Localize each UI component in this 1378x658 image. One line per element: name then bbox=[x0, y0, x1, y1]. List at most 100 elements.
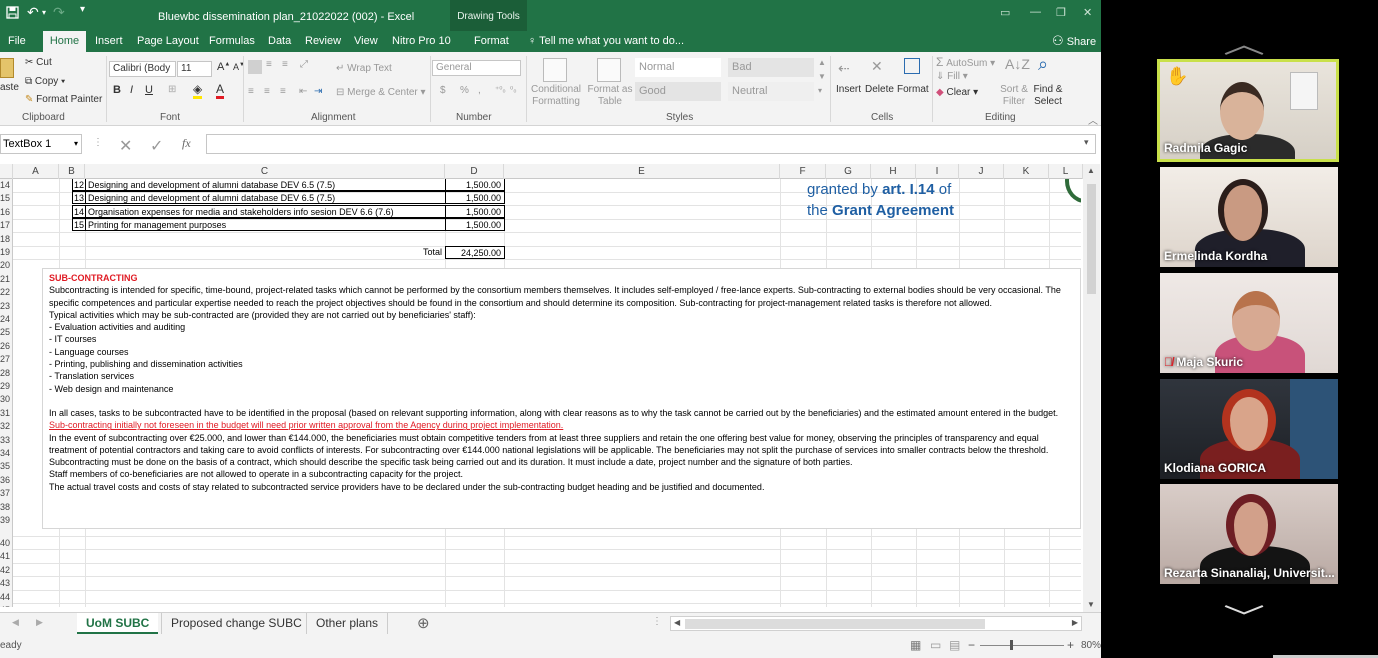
row-header[interactable]: 40 bbox=[0, 537, 12, 549]
maximize-icon[interactable]: ❐ bbox=[1056, 6, 1066, 19]
tab-view[interactable]: View bbox=[354, 35, 378, 47]
decrease-indent-icon[interactable]: ⇤ bbox=[299, 86, 307, 97]
cell-description[interactable]: Designing and development of alumni data… bbox=[85, 191, 446, 204]
row-header[interactable]: 26 bbox=[0, 340, 12, 352]
style-bad[interactable]: Bad bbox=[728, 58, 814, 77]
row-header[interactable]: 44 bbox=[0, 591, 12, 603]
cell-number[interactable]: 12 bbox=[72, 179, 86, 191]
col-header-a[interactable]: A bbox=[13, 164, 59, 179]
row-header[interactable]: 16 bbox=[0, 206, 12, 218]
cell-description[interactable]: Printing for management purposes bbox=[85, 218, 446, 231]
tab-format[interactable]: Format bbox=[474, 35, 509, 47]
borders-icon[interactable]: ⊞ bbox=[168, 84, 176, 95]
row-header[interactable]: 37 bbox=[0, 487, 12, 499]
copy-button[interactable]: ⧉ Copy ▾ bbox=[25, 76, 65, 87]
row-header[interactable]: 42 bbox=[0, 564, 12, 576]
col-header-l[interactable]: L bbox=[1049, 164, 1083, 179]
horizontal-scrollbar[interactable]: ◀ ▶ bbox=[670, 616, 1082, 631]
minimize-icon[interactable]: — bbox=[1030, 6, 1041, 18]
sheet-tab-uom-subc[interactable]: UoM SUBC bbox=[77, 613, 159, 634]
zoom-slider-thumb[interactable] bbox=[1010, 640, 1013, 650]
row-header[interactable]: 35 bbox=[0, 460, 12, 472]
col-header-j[interactable]: J bbox=[959, 164, 1004, 179]
italic-button[interactable]: I bbox=[130, 84, 133, 96]
middle-align-icon[interactable]: ≡ bbox=[266, 59, 272, 70]
tab-formulas[interactable]: Formulas bbox=[209, 35, 255, 47]
font-size-select[interactable]: 11 bbox=[177, 61, 212, 77]
zoom-level[interactable]: 80% bbox=[1081, 640, 1101, 651]
conditional-formatting-button[interactable]: Conditional Formatting bbox=[529, 84, 583, 108]
tab-home[interactable]: Home bbox=[43, 31, 86, 52]
row-header[interactable]: 20 bbox=[0, 259, 12, 271]
name-box-dropdown-icon[interactable]: ▾ bbox=[74, 135, 78, 153]
fill-color-icon[interactable]: ◈ bbox=[193, 82, 203, 99]
row-header[interactable]: 27 bbox=[0, 353, 12, 365]
style-neutral[interactable]: Neutral bbox=[728, 82, 814, 101]
grant-agreement-note[interactable]: granted by art. I.14 of the Grant Agreem… bbox=[807, 179, 954, 221]
row-header[interactable]: 41 bbox=[0, 550, 12, 562]
add-sheet-icon[interactable]: ⊕ bbox=[417, 614, 430, 632]
prev-sheet-icon[interactable]: ◀ bbox=[12, 617, 19, 628]
row-header[interactable]: 15 bbox=[0, 192, 12, 204]
worksheet-grid[interactable]: 12 Designing and development of alumni d… bbox=[13, 179, 1081, 607]
clear-button[interactable]: ◆ Clear ▾ bbox=[936, 87, 978, 98]
insert-button[interactable]: Insert bbox=[836, 84, 861, 95]
col-header-g[interactable]: G bbox=[826, 164, 871, 179]
zoom-in-icon[interactable]: + bbox=[1067, 638, 1074, 652]
cell-description[interactable]: Designing and development of alumni data… bbox=[85, 179, 446, 191]
styles-scroll-icon[interactable]: ▲ ▼ ▾ bbox=[818, 56, 826, 98]
wrap-text-button[interactable]: ↵ Wrap Text bbox=[336, 63, 392, 74]
row-header[interactable]: 31 bbox=[0, 407, 12, 419]
row-header[interactable]: 28 bbox=[0, 367, 12, 379]
row-header[interactable]: 30 bbox=[0, 393, 12, 405]
share-button[interactable]: ⚇ Share bbox=[1052, 33, 1096, 49]
col-header-i[interactable]: I bbox=[916, 164, 959, 179]
row-header[interactable]: 45 bbox=[0, 604, 12, 607]
col-header-k[interactable]: K bbox=[1004, 164, 1049, 179]
style-normal[interactable]: Normal bbox=[635, 58, 721, 77]
row-header[interactable]: 23 bbox=[0, 300, 12, 312]
close-icon[interactable]: ✕ bbox=[1083, 6, 1092, 19]
col-header-c[interactable]: C bbox=[85, 164, 445, 179]
tab-split-icon[interactable]: ⋮ bbox=[652, 616, 662, 627]
top-align-icon[interactable] bbox=[248, 60, 262, 74]
sheet-tab-proposed-change[interactable]: Proposed change SUBC bbox=[161, 613, 311, 634]
align-left-icon[interactable]: ≡ bbox=[248, 86, 254, 97]
col-header-h[interactable]: H bbox=[871, 164, 916, 179]
participant-tile[interactable]: ✋ Radmila Gagic bbox=[1157, 59, 1339, 162]
align-center-icon[interactable]: ≡ bbox=[264, 86, 270, 97]
formula-input[interactable] bbox=[206, 134, 1096, 154]
chevron-down-icon[interactable]: ﹀ bbox=[1223, 598, 1265, 635]
tab-nitro[interactable]: Nitro Pro 10 bbox=[392, 35, 451, 47]
participant-tile[interactable]: 🎙̸ Maja Skuric bbox=[1160, 273, 1338, 373]
decrease-decimal-icon[interactable]: ⁰₀ bbox=[510, 85, 517, 94]
row-header[interactable]: 17 bbox=[0, 219, 12, 231]
insert-function-button[interactable]: fx bbox=[182, 136, 191, 151]
scroll-up-icon[interactable]: ▲ bbox=[1087, 166, 1095, 175]
increase-decimal-icon[interactable]: ⁺⁰₀ bbox=[495, 85, 506, 94]
cut-button[interactable]: ✂ Cut bbox=[25, 57, 52, 68]
cell-number[interactable]: 13 bbox=[72, 191, 86, 204]
row-header[interactable]: 18 bbox=[0, 233, 12, 245]
format-painter-button[interactable]: ✎ Format Painter bbox=[25, 94, 102, 105]
undo-icon[interactable]: ↶ bbox=[27, 4, 39, 21]
increase-indent-icon[interactable]: ⇥ bbox=[314, 86, 322, 97]
subcontracting-textbox[interactable]: SUB-CONTRACTING Subcontracting is intend… bbox=[42, 268, 1081, 529]
fill-button[interactable]: ⇓ Fill ▾ bbox=[936, 71, 968, 82]
chevron-up-icon[interactable]: ︿ bbox=[1223, 24, 1265, 61]
row-header[interactable]: 43 bbox=[0, 577, 12, 589]
tab-review[interactable]: Review bbox=[305, 35, 341, 47]
row-header[interactable]: 38 bbox=[0, 501, 12, 513]
undo-dropdown-icon[interactable]: ▾ bbox=[42, 8, 46, 17]
row-header[interactable]: 14 bbox=[0, 179, 12, 191]
find-select-button[interactable]: Find & Select bbox=[1030, 84, 1066, 108]
delete-button[interactable]: Delete bbox=[865, 84, 894, 95]
tell-me-search[interactable]: ♀ Tell me what you want to do... bbox=[528, 35, 684, 47]
select-all-corner[interactable] bbox=[0, 164, 13, 179]
tab-insert[interactable]: Insert bbox=[95, 35, 123, 47]
col-header-e[interactable]: E bbox=[504, 164, 780, 179]
col-header-b[interactable]: B bbox=[59, 164, 85, 179]
participant-tile[interactable]: Klodiana GORICA bbox=[1160, 379, 1338, 479]
cell-number[interactable]: 14 bbox=[72, 205, 86, 218]
bottom-align-icon[interactable]: ≡ bbox=[282, 59, 288, 70]
